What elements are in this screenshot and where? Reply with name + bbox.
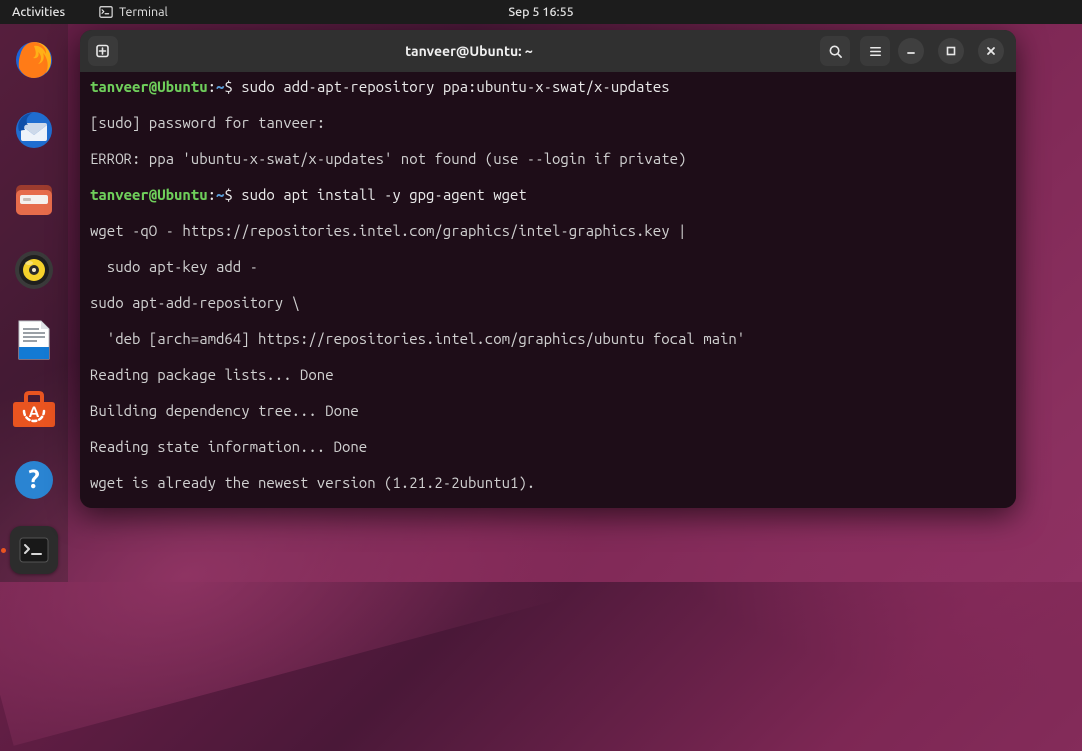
prompt-sep: :: [208, 78, 216, 95]
terminal-command: sudo apt install -y gpg-agent wget: [241, 186, 527, 203]
clock[interactable]: Sep 5 16:55: [508, 5, 573, 19]
app-menu[interactable]: Terminal: [99, 5, 168, 19]
new-tab-icon: [95, 43, 111, 59]
minimize-button[interactable]: [898, 38, 924, 64]
terminal-header: tanveer@Ubuntu: ~: [80, 30, 1016, 72]
svg-text:?: ?: [28, 464, 39, 493]
files-icon: [12, 178, 56, 222]
maximize-icon: [945, 45, 957, 57]
hamburger-icon: [868, 44, 883, 59]
dock-ubuntu-software[interactable]: A: [10, 386, 58, 434]
terminal-body[interactable]: tanveer@Ubuntu:~$ sudo add-apt-repositor…: [80, 72, 1016, 508]
prompt-sep: :: [208, 186, 216, 203]
dock-files[interactable]: [10, 176, 58, 224]
svg-text:A: A: [29, 403, 40, 420]
terminal-icon: [19, 537, 49, 563]
dock-firefox[interactable]: [10, 36, 58, 84]
terminal-output: sudo apt-key add -: [90, 258, 1006, 276]
prompt-user: tanveer@Ubuntu: [90, 186, 208, 203]
firefox-icon: [13, 39, 55, 81]
terminal-output: [sudo] password for tanveer:: [90, 114, 1006, 132]
maximize-button[interactable]: [938, 38, 964, 64]
terminal-output: sudo apt-add-repository \: [90, 294, 1006, 312]
minimize-icon: [905, 45, 917, 57]
terminal-output: wget is already the newest version (1.21…: [90, 474, 1006, 492]
dock-terminal[interactable]: [10, 526, 58, 574]
dock: A ?: [0, 24, 68, 582]
top-bar: Activities Terminal Sep 5 16:55: [0, 0, 1082, 24]
terminal-output: Reading package lists... Done: [90, 366, 1006, 384]
activities-button[interactable]: Activities: [12, 5, 65, 19]
prompt-user: tanveer@Ubuntu: [90, 78, 208, 95]
terminal-menu-icon: [99, 5, 113, 19]
rhythmbox-icon: [13, 249, 55, 291]
terminal-output: wget -qO - https://repositories.intel.co…: [90, 222, 1006, 240]
close-icon: [985, 45, 997, 57]
close-button[interactable]: [978, 38, 1004, 64]
dock-thunderbird[interactable]: [10, 106, 58, 154]
terminal-output: Building dependency tree... Done: [90, 402, 1006, 420]
dock-help[interactable]: ?: [10, 456, 58, 504]
terminal-output: Reading state information... Done: [90, 438, 1006, 456]
new-tab-button[interactable]: [88, 36, 118, 66]
terminal-output: ERROR: ppa 'ubuntu-x-swat/x-updates' not…: [90, 150, 1006, 168]
terminal-command: sudo add-apt-repository ppa:ubuntu-x-swa…: [241, 78, 669, 95]
prompt-symbol: $: [224, 78, 232, 95]
terminal-output: 'deb [arch=amd64] https://repositories.i…: [90, 330, 1006, 348]
dock-rhythmbox[interactable]: [10, 246, 58, 294]
prompt-symbol: $: [224, 186, 232, 203]
search-icon: [828, 44, 843, 59]
thunderbird-icon: [13, 109, 55, 151]
help-icon: ?: [13, 459, 55, 501]
terminal-window: tanveer@Ubuntu: ~: [80, 30, 1016, 508]
search-button[interactable]: [820, 36, 850, 66]
software-icon: A: [12, 390, 56, 430]
menu-button[interactable]: [860, 36, 890, 66]
window-title: tanveer@Ubuntu: ~: [126, 43, 812, 59]
dock-libreoffice-writer[interactable]: [10, 316, 58, 364]
app-menu-label: Terminal: [119, 5, 168, 19]
libreoffice-writer-icon: [14, 318, 54, 362]
